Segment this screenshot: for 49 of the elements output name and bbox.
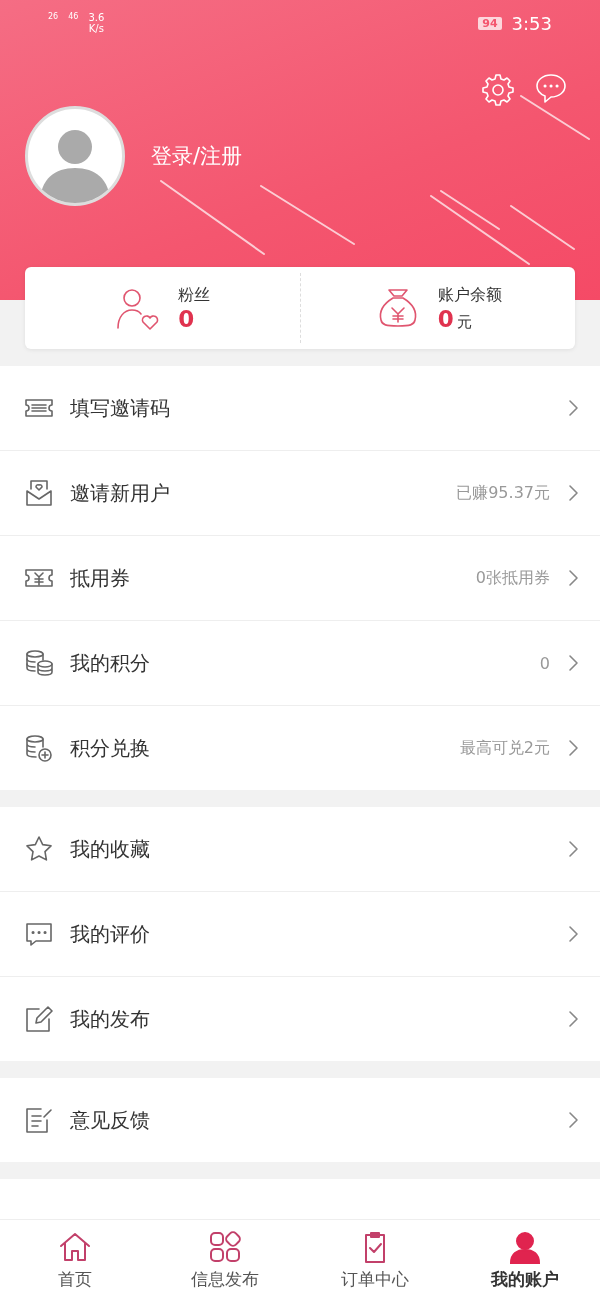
stat-label: 粉丝 <box>178 284 211 306</box>
chevron-right-icon <box>566 924 580 944</box>
tab[interactable]: 订单中心 <box>300 1220 450 1301</box>
menu-item[interactable]: 抵用券 0张抵用券 <box>0 535 600 620</box>
item-detail: 最高可兑2元 <box>459 737 550 759</box>
chevron-right-icon <box>566 1110 580 1130</box>
menu-item[interactable]: 我的积分 0 <box>0 620 600 705</box>
signal-label: 46 <box>68 12 79 21</box>
coins-icon <box>24 648 54 678</box>
menu-item[interactable]: 我的收藏 <box>0 807 600 891</box>
tab[interactable]: 我的账户 <box>450 1220 600 1301</box>
person-icon <box>508 1230 542 1264</box>
menu-item[interactable]: 意见反馈 <box>0 1078 600 1162</box>
menu-item[interactable]: 邀请新用户 已赚95.37元 <box>0 450 600 535</box>
light-streak <box>520 95 590 140</box>
message-icon[interactable] <box>534 72 568 106</box>
speed-text: K/s <box>88 23 104 34</box>
clock-time: 3:53 <box>511 12 552 34</box>
item-detail: 已赚95.37元 <box>456 482 550 504</box>
chevron-right-icon <box>566 568 580 588</box>
chevron-right-icon <box>566 483 580 503</box>
grid-icon <box>208 1230 242 1264</box>
menu-item[interactable]: 我的发布 <box>0 976 600 1061</box>
tab[interactable]: 首页 <box>0 1220 150 1301</box>
unit-text: 元 <box>456 312 472 332</box>
chevron-right-icon <box>566 398 580 418</box>
stat-value: 0 <box>178 305 195 332</box>
item-detail: 0张抵用券 <box>475 567 550 589</box>
speed-text: 3.6 <box>88 12 105 23</box>
edit-icon <box>24 1004 54 1034</box>
chevron-right-icon <box>566 653 580 673</box>
menu-item[interactable]: 我的评价 <box>0 891 600 976</box>
battery-level: 94 <box>478 16 502 30</box>
home-icon <box>58 1230 92 1264</box>
chevron-right-icon <box>566 738 580 758</box>
envelope-heart-icon <box>24 478 54 508</box>
coins-exchange-icon <box>24 733 54 763</box>
menu-item[interactable]: 积分兑换 最高可兑2元 <box>0 705 600 790</box>
stat-value: 0 <box>437 305 454 332</box>
item-detail: 0 <box>539 653 550 673</box>
settings-icon[interactable] <box>480 72 516 108</box>
tab[interactable]: 信息发布 <box>150 1220 300 1301</box>
stat-label: 账户余额 <box>437 284 502 306</box>
feedback-icon <box>24 1105 54 1135</box>
signal-label: 26 <box>48 12 59 21</box>
star-icon <box>24 834 54 864</box>
chevron-right-icon <box>566 1009 580 1029</box>
chevron-right-icon <box>566 839 580 859</box>
menu-item[interactable]: 填写邀请码 <box>0 366 600 450</box>
